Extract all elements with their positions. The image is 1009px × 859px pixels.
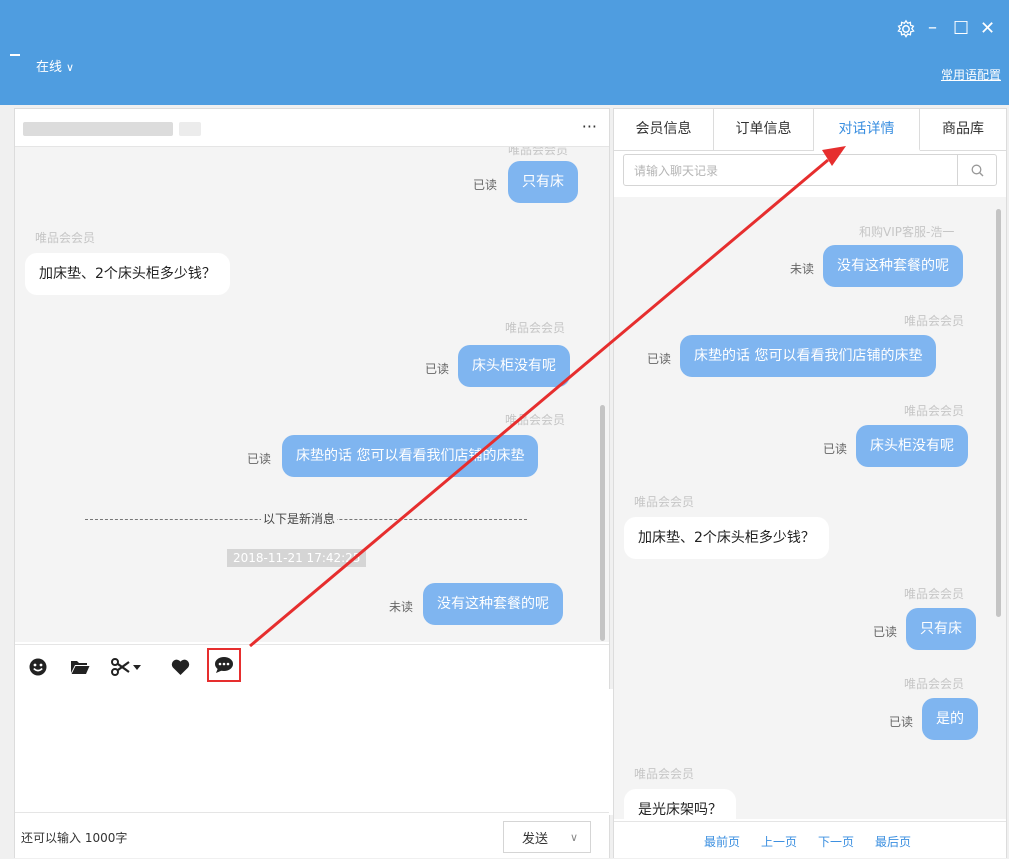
gear-icon[interactable] <box>896 19 916 43</box>
message-bubble: 是光床架吗？ <box>624 789 736 819</box>
message-bubble: 床垫的话 您可以看看我们店铺的床垫 <box>680 335 937 377</box>
blurred-contact-name <box>23 122 173 136</box>
history-search-input[interactable] <box>632 160 936 182</box>
message-bubble: 没有这种套餐的呢 <box>823 245 963 287</box>
read-status: 已读 <box>647 352 672 366</box>
sender-label: 唯品会会员 <box>904 404 965 418</box>
status-dropdown[interactable]: 在线 ∨ <box>36 56 74 75</box>
sender-label: 唯品会会员 <box>634 495 695 509</box>
maximize-icon[interactable]: ☐ <box>953 20 969 38</box>
smiley-icon[interactable] <box>25 654 51 680</box>
more-menu-icon[interactable]: ··· <box>582 117 597 136</box>
scrollbar-thumb[interactable] <box>996 209 1001 617</box>
folder-icon[interactable] <box>67 654 93 680</box>
sender-label: 唯品会会员 <box>904 677 965 691</box>
chevron-down-icon[interactable]: ∨ <box>570 831 578 844</box>
tab-product-library[interactable]: 商品库 <box>920 109 1006 150</box>
pager-last[interactable]: 最后页 <box>875 833 911 850</box>
sender-label: 唯品会会员 <box>505 413 566 427</box>
pager-next[interactable]: 下一页 <box>818 833 854 850</box>
message-bubble: 没有这种套餐的呢 <box>423 583 563 625</box>
sender-label: 唯品会会员 <box>634 767 695 781</box>
message-bubble: 加床垫、2个床头柜多少钱？ <box>624 517 829 559</box>
scissors-icon[interactable] <box>109 654 145 680</box>
read-status: 已读 <box>873 625 898 639</box>
input-toolbar <box>15 644 609 690</box>
read-status: 已读 <box>889 715 914 729</box>
tab-order-info[interactable]: 订单信息 <box>714 109 814 150</box>
read-status: 已读 <box>473 178 498 192</box>
message-bubble: 只有床 <box>508 161 578 203</box>
history-pager: 最前页 上一页 下一页 最后页 <box>614 821 1006 858</box>
read-status: 未读 <box>389 600 414 614</box>
message-bubble: 是的 <box>922 698 978 740</box>
message-bubble: 床垫的话 您可以看看我们店铺的床垫 <box>282 435 539 477</box>
title-bar: 在线 ∨ – ☐ ✕ 常用语配置 <box>0 0 1009 105</box>
send-button[interactable]: 发送 ∨ <box>503 821 591 853</box>
read-status: 已读 <box>247 452 272 466</box>
status-label: 在线 <box>36 60 63 75</box>
read-status: 已读 <box>823 442 848 456</box>
heart-icon[interactable] <box>167 654 193 680</box>
sender-label: 唯品会会员 <box>508 147 569 157</box>
message-list[interactable]: 唯品会会员 已读 只有床 唯品会会员 加床垫、2个床头柜多少钱？ 唯品会会员 已… <box>15 147 609 642</box>
sender-label: 唯品会会员 <box>904 314 965 328</box>
tab-member-info[interactable]: 会员信息 <box>614 109 714 150</box>
minimize-icon[interactable]: – <box>928 19 937 37</box>
side-panel: 会员信息 订单信息 对话详情 商品库 和购VIP客服-浩一 未读 没有这种套餐的… <box>613 108 1007 858</box>
chat-pane: ··· 唯品会会员 已读 只有床 唯品会会员 加床垫、2个床头柜多少钱？ 唯品会… <box>14 108 613 858</box>
title-dash <box>10 54 20 56</box>
close-icon[interactable]: ✕ <box>980 20 995 38</box>
message-bubble: 只有床 <box>906 608 976 650</box>
sender-label: 唯品会会员 <box>904 587 965 601</box>
message-bubble: 床头柜没有呢 <box>458 345 570 387</box>
sender-label: 和购VIP客服-浩一 <box>859 225 955 239</box>
new-message-divider: 以下是新消息 <box>261 510 338 527</box>
chat-bubble-icon[interactable] <box>207 648 241 682</box>
message-timestamp: 2018-11-21 17:42:25 <box>227 549 367 567</box>
pager-first[interactable]: 最前页 <box>704 833 740 850</box>
message-bubble: 加床垫、2个床头柜多少钱？ <box>25 253 230 295</box>
panel-tabs: 会员信息 订单信息 对话详情 商品库 <box>614 109 1006 151</box>
sender-label: 唯品会会员 <box>505 321 566 335</box>
read-status: 未读 <box>790 262 815 276</box>
message-bubble: 床头柜没有呢 <box>856 425 968 467</box>
message-input[interactable] <box>15 689 613 815</box>
common-phrases-link[interactable]: 常用语配置 <box>941 66 1001 83</box>
history-search <box>623 154 997 186</box>
chevron-down-icon: ∨ <box>66 61 75 74</box>
blurred-contact-name <box>179 122 201 136</box>
tab-conversation-details[interactable]: 对话详情 <box>814 109 920 151</box>
conversation-history[interactable]: 和购VIP客服-浩一 未读 没有这种套餐的呢 唯品会会员 已读 床垫的话 您可以… <box>614 197 1006 819</box>
search-icon[interactable] <box>957 155 996 185</box>
remaining-chars: 还可以输入 1000字 <box>21 831 128 845</box>
read-status: 已读 <box>425 362 450 376</box>
send-label: 发送 <box>522 831 549 847</box>
chat-header: ··· <box>15 109 609 147</box>
input-footer: 还可以输入 1000字 发送 ∨ <box>15 812 609 858</box>
pager-prev[interactable]: 上一页 <box>761 833 797 850</box>
scrollbar-thumb[interactable] <box>600 405 605 641</box>
sender-label: 唯品会会员 <box>35 231 96 245</box>
